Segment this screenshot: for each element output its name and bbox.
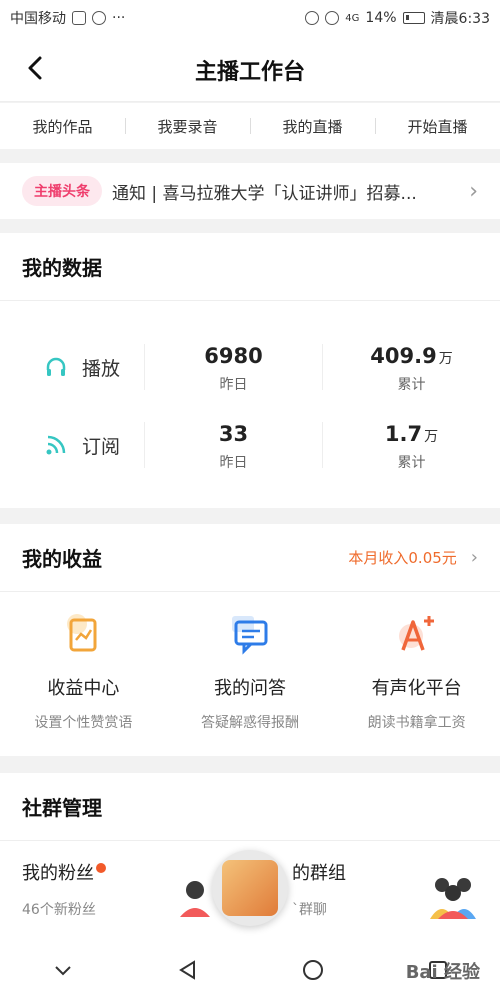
audio-platform-icon	[398, 616, 434, 651]
notice-text: 通知 | 喜马拉雅大学「认证讲师」招募...	[112, 183, 417, 204]
chevron-right-icon: ›	[470, 547, 478, 568]
total-value: 409.9	[370, 344, 437, 368]
home-circle-icon[interactable]	[301, 958, 325, 982]
daily-value: 6980	[204, 344, 263, 368]
earn-item-audio-platform[interactable]: 有声化平台 朗读书籍拿工资	[333, 610, 500, 732]
tab-record[interactable]: 我要录音	[125, 116, 250, 137]
chevron-right-icon: ›	[469, 178, 478, 204]
group-avatar-icon	[430, 878, 476, 919]
data-label-text: 播放	[82, 357, 121, 380]
total-unit: 万	[438, 351, 453, 367]
data-label-subscribe: 订阅	[0, 422, 145, 468]
mini-player[interactable]	[212, 850, 288, 926]
battery-level: 14%	[365, 10, 397, 26]
now-playing-cover	[222, 860, 278, 916]
earn-item-name: 有声化平台	[371, 678, 462, 699]
total-value: 1.7	[384, 422, 423, 446]
data-label-play: 播放	[0, 344, 145, 390]
data-label-text: 订阅	[82, 435, 121, 458]
earnings-grid: 收益中心 设置个性赞赏语 我的问答 答疑解惑得报酬 有声化平台 朗读书籍拿工资	[0, 610, 500, 732]
data-row-subscribe: 订阅 33 昨日 1.7 万 累计	[0, 406, 500, 484]
earnings-title: 我的收益	[22, 547, 102, 571]
community-groups[interactable]: 的群组 `群聊	[292, 859, 346, 919]
community-fans[interactable]: 我的粉丝 46个新粉丝	[22, 859, 96, 919]
tab-my-works[interactable]: 我的作品	[0, 116, 125, 137]
chevron-down-icon[interactable]	[51, 958, 75, 982]
daily-label: 昨日	[219, 377, 248, 393]
data-total-subscribe: 1.7 万 累计	[322, 422, 500, 471]
earnings-header: 我的收益 本月收入0.05元 ›	[0, 524, 500, 592]
earn-item-name: 收益中心	[47, 678, 120, 699]
earn-item-desc: 设置个性赞赏语	[34, 715, 133, 731]
more-notifications-icon: ···	[112, 10, 126, 26]
daily-label: 昨日	[219, 455, 248, 471]
back-triangle-icon[interactable]	[176, 958, 200, 982]
data-daily-play: 6980 昨日	[145, 344, 322, 393]
nav-bar: 主播工作台	[0, 36, 500, 102]
notice-badge: 主播头条	[22, 176, 102, 206]
data-row-play: 播放 6980 昨日 409.9 万 累计	[0, 328, 500, 406]
headphones-icon	[46, 357, 66, 376]
fans-sub: 46个新粉丝	[22, 902, 96, 918]
page-title: 主播工作台	[194, 60, 305, 85]
community-title: 社群管理	[22, 796, 102, 820]
earn-item-name: 我的问答	[214, 678, 286, 699]
data-total-play: 409.9 万 累计	[322, 344, 500, 393]
notice-bar[interactable]: 主播头条 通知 | 喜马拉雅大学「认证讲师」招募... ›	[0, 163, 500, 219]
quick-tabs: 我的作品 我要录音 我的直播 开始直播	[0, 103, 500, 149]
total-label: 累计	[397, 377, 426, 393]
clock: 清晨6:33	[430, 11, 490, 27]
monthly-income-text: 本月收入0.05元	[348, 549, 457, 567]
community-header: 社群管理	[0, 773, 500, 841]
watermark-logo: Bai 经验	[405, 962, 480, 983]
qa-icon	[232, 616, 268, 655]
activity-icon	[72, 11, 86, 25]
earn-item-desc: 答疑解惑得报酬	[201, 715, 299, 731]
data-daily-subscribe: 33 昨日	[145, 422, 322, 471]
status-right: 4G 14% 清晨6:33	[305, 8, 490, 28]
battery-icon	[402, 12, 425, 24]
earnings-section: 我的收益 本月收入0.05元 › 收益中心 设置个性赞赏语 我的问答 答疑解惑得…	[0, 524, 500, 756]
monthly-income-link[interactable]: 本月收入0.05元 ›	[348, 547, 478, 568]
fans-title: 我的粉丝	[22, 863, 94, 884]
revenue-icon	[67, 614, 97, 652]
network-type: 4G	[345, 12, 360, 24]
groups-sub: `群聊	[292, 902, 327, 918]
carrier-label: 中国移动	[10, 11, 66, 27]
groups-title: 的群组	[292, 863, 346, 884]
earn-item-desc: 朗读书籍拿工资	[367, 715, 466, 731]
headset-status-icon	[305, 11, 320, 25]
my-data-section: 我的数据 播放 6980 昨日 409.9 万 累计 订阅 33 昨日 1.7 …	[0, 233, 500, 508]
new-fans-dot	[96, 863, 106, 873]
wechat-icon	[92, 11, 106, 25]
tab-my-live[interactable]: 我的直播	[250, 116, 375, 137]
earn-item-qa[interactable]: 我的问答 答疑解惑得报酬	[167, 610, 334, 732]
total-label: 累计	[397, 455, 426, 471]
earn-item-revenue-center[interactable]: 收益中心 设置个性赞赏语	[0, 610, 167, 732]
daily-value: 33	[218, 422, 249, 446]
my-data-title: 我的数据	[22, 256, 102, 280]
total-unit: 万	[424, 429, 439, 445]
status-left: 中国移动 ···	[10, 8, 125, 28]
alarm-icon	[325, 11, 340, 25]
fans-avatar-icon	[180, 881, 210, 917]
status-bar: 中国移动 ··· 4G 14% 清晨6:33	[0, 0, 500, 36]
rss-icon	[46, 435, 66, 455]
tab-start-live[interactable]: 开始直播	[375, 116, 500, 137]
my-data-header: 我的数据	[0, 233, 500, 301]
